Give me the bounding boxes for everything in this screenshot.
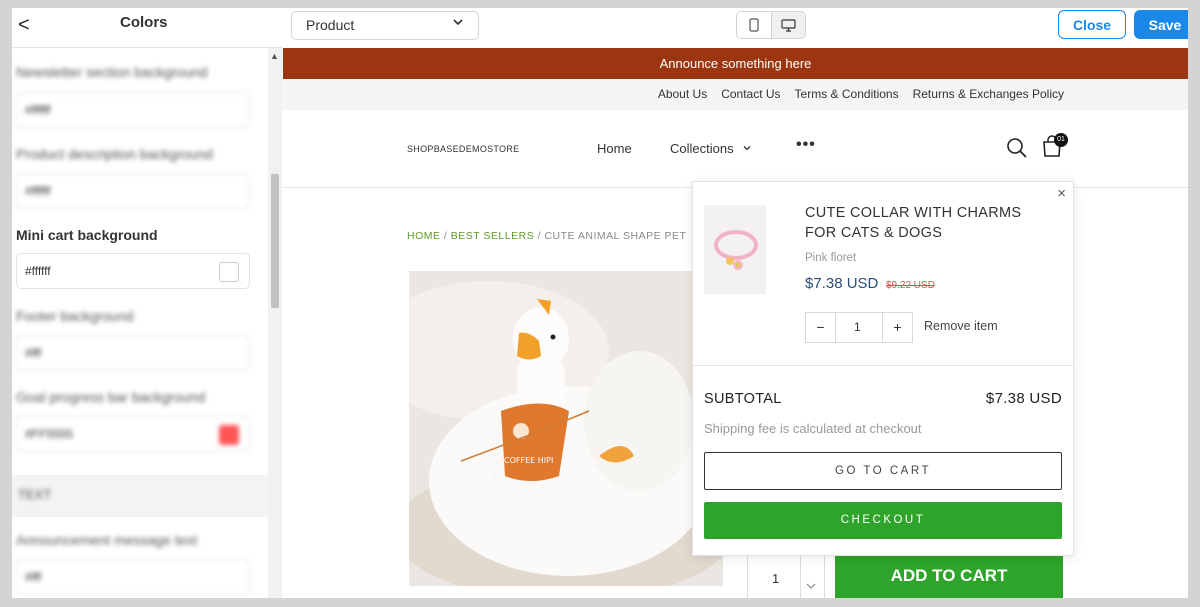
scroll-thumb[interactable] — [271, 174, 279, 308]
link-contact-us[interactable]: Contact Us — [721, 87, 780, 101]
cart-item-old-price: $9.22 USD — [886, 280, 935, 291]
color-swatch[interactable] — [219, 425, 239, 445]
color-field[interactable]: #fff — [16, 559, 250, 595]
nav-collections-label: Collections — [670, 141, 734, 156]
nav-collections[interactable]: Collections — [670, 141, 752, 156]
chevron-down-icon[interactable] — [806, 581, 816, 593]
breadcrumb-separator: / — [440, 230, 451, 242]
go-to-cart-button[interactable]: GO TO CART — [704, 452, 1062, 490]
chevron-down-icon — [452, 16, 464, 31]
top-links-bar: About Us Contact Us Terms & Conditions R… — [282, 79, 1188, 110]
divider — [693, 365, 1073, 366]
cart-item-image[interactable] — [704, 205, 766, 294]
breadcrumb-separator: / — [534, 230, 545, 242]
page-type-select[interactable]: Product — [291, 11, 479, 40]
mini-cart: × CUTE COLLAR WITH CHARMS FOR CATS & DOG… — [692, 181, 1074, 556]
chevron-down-icon — [743, 146, 751, 151]
color-value: #fff — [25, 570, 42, 584]
cart-item-price: $7.38 USD — [805, 275, 879, 292]
setting-label: Footer background — [16, 308, 134, 324]
qty-increase-button[interactable]: + — [882, 313, 912, 342]
breadcrumb-category[interactable]: BEST SELLERS — [451, 230, 534, 242]
editor-topbar: < Colors Product Close Save — [12, 8, 1188, 47]
panel-title: Colors — [120, 14, 168, 31]
cart-item-qty-value[interactable]: 1 — [854, 320, 861, 334]
section-header-text[interactable]: TEXT — [12, 475, 268, 517]
link-about-us[interactable]: About Us — [658, 87, 707, 101]
device-toggle — [736, 11, 806, 39]
page-type-value: Product — [306, 17, 355, 33]
apron-text: COFFEE HIPI — [504, 456, 553, 465]
color-value: #ffffff — [25, 103, 51, 117]
qty-separator — [800, 556, 801, 598]
mini-cart-bg-value: #ffffff — [25, 264, 51, 278]
mobile-icon[interactable] — [737, 12, 771, 38]
setting-label: Announcement message text — [16, 532, 198, 548]
subtotal-label: SUBTOTAL — [704, 391, 782, 407]
store-logo[interactable]: SHOPBASEDEMOSTORE — [407, 144, 519, 154]
store-preview: Announce something here About Us Contact… — [282, 47, 1188, 598]
editor-frame: < Colors Product Close Save Newsletter s… — [12, 8, 1188, 598]
breadcrumb-home[interactable]: HOME — [407, 230, 441, 242]
cart-item-qty-stepper: − 1 + — [805, 312, 913, 343]
mini-cart-bg-field[interactable]: #ffffff — [16, 253, 250, 289]
color-value: #FF5555 — [25, 427, 74, 441]
back-arrow-icon[interactable]: < — [18, 14, 42, 38]
add-to-cart-button[interactable]: ADD TO CART — [835, 555, 1063, 598]
product-qty-stepper[interactable]: 1 — [747, 555, 825, 598]
breadcrumb-current: CUTE ANIMAL SHAPE PET — [544, 230, 687, 242]
remove-item-link[interactable]: Remove item — [924, 319, 998, 333]
cart-item-name[interactable]: CUTE COLLAR WITH CHARMS FOR CATS & DOGS — [805, 203, 1045, 243]
search-icon[interactable] — [1006, 137, 1028, 164]
color-field[interactable]: #fff — [16, 335, 250, 371]
color-value: #ffffff — [25, 184, 51, 198]
color-value: #fff — [25, 346, 42, 360]
checkout-button[interactable]: CHECKOUT — [704, 502, 1062, 539]
save-button[interactable]: Save — [1134, 10, 1188, 39]
setting-label: Goal progress bar background — [16, 389, 206, 405]
announcement-bar: Announce something here — [283, 48, 1188, 79]
qty-decrease-button[interactable]: − — [806, 313, 836, 342]
product-qty-value: 1 — [772, 571, 780, 586]
cart-count-badge: 01 — [1054, 133, 1068, 147]
subtotal-value: $7.38 USD — [985, 390, 1062, 407]
scroll-up-icon[interactable]: ▲ — [270, 51, 279, 61]
color-field[interactable]: #ffffff — [16, 92, 250, 128]
shipping-note: Shipping fee is calculated at checkout — [704, 421, 922, 436]
settings-sidebar: Newsletter section background #ffffff Pr… — [12, 47, 282, 598]
nav-more[interactable]: ••• — [796, 136, 816, 154]
setting-label: Product description background — [16, 146, 213, 162]
close-button[interactable]: Close — [1058, 10, 1126, 39]
nav-home[interactable]: Home — [597, 141, 632, 156]
close-icon[interactable]: × — [1057, 185, 1066, 202]
color-field[interactable]: #ffffff — [16, 173, 250, 209]
breadcrumb: HOME / BEST SELLERS / CUTE ANIMAL SHAPE … — [407, 230, 686, 242]
mini-cart-bg-label: Mini cart background — [16, 227, 158, 243]
cart-item-variant: Pink floret — [805, 252, 857, 264]
cart-icon[interactable]: 01 — [1041, 133, 1068, 163]
setting-label: Newsletter section background — [16, 64, 208, 80]
product-image[interactable]: COFFEE HIPI — [409, 271, 723, 586]
color-swatch[interactable] — [219, 262, 239, 282]
section-title: TEXT — [18, 487, 52, 502]
link-terms[interactable]: Terms & Conditions — [795, 87, 899, 101]
color-field[interactable]: #FF5555 — [16, 416, 250, 452]
store-header: SHOPBASEDEMOSTORE Home Collections ••• 0… — [282, 110, 1188, 188]
desktop-icon[interactable] — [770, 12, 805, 38]
link-returns[interactable]: Returns & Exchanges Policy — [913, 87, 1064, 101]
sidebar-scrollbar[interactable]: ▲ — [268, 48, 282, 598]
